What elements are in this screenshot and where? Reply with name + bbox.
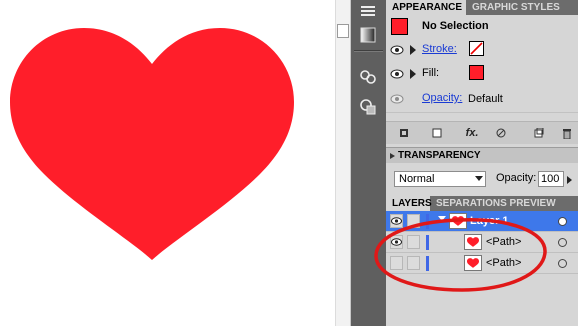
visibility-eye-icon[interactable] — [390, 42, 404, 58]
layer-color-bar — [426, 214, 429, 229]
stroke-row[interactable]: Stroke: — [386, 38, 578, 63]
opacity-arrow-icon[interactable] — [567, 176, 572, 184]
transparency-opacity-label: Opacity: — [496, 172, 537, 184]
chevron-down-icon[interactable] — [475, 176, 483, 181]
visibility-eye-icon[interactable] — [390, 235, 403, 249]
layer-name[interactable]: Layer 1 — [470, 215, 509, 227]
appearance-tabbar: APPEARANCE GRAPHIC STYLES — [386, 0, 578, 15]
opacity-input[interactable]: 100 — [538, 171, 564, 187]
path-name[interactable]: <Path> — [486, 257, 521, 269]
heart-shape[interactable] — [10, 28, 294, 260]
expand-triangle-icon[interactable] — [410, 69, 416, 79]
stroke-none-swatch[interactable] — [469, 41, 484, 56]
path-row[interactable]: <Path> — [386, 232, 578, 253]
tab-layers[interactable]: LAYERS — [386, 196, 432, 211]
panel-icon-strip — [351, 0, 386, 326]
fill-color-swatch[interactable] — [469, 65, 484, 80]
trash-icon[interactable] — [560, 126, 574, 140]
visibility-toggle[interactable] — [390, 256, 403, 270]
effects-button[interactable]: fx. — [462, 126, 482, 140]
opacity-row: Opacity: Default — [386, 86, 578, 113]
selection-thumbnail — [391, 18, 408, 35]
layer-color-bar — [426, 235, 429, 250]
layer-thumbnail — [449, 213, 467, 229]
menu-icon[interactable] — [357, 0, 379, 22]
add-stroke-icon[interactable] — [397, 126, 411, 140]
transparency-body: Normal Opacity: 100 — [386, 163, 578, 191]
stroke-link[interactable]: Stroke: — [422, 43, 457, 55]
path-thumbnail — [464, 255, 482, 271]
target-circle-icon[interactable] — [558, 238, 567, 247]
symbols-icon[interactable] — [357, 96, 379, 118]
collapse-handle[interactable] — [337, 24, 349, 38]
blend-mode-select[interactable]: Normal — [394, 171, 486, 187]
gradient-icon[interactable] — [357, 24, 379, 46]
fill-label: Fill: — [422, 67, 440, 79]
lock-toggle[interactable] — [407, 256, 420, 270]
visibility-eye-icon[interactable] — [390, 66, 404, 82]
target-circle-icon[interactable] — [558, 217, 567, 226]
duplicate-item-icon[interactable] — [532, 126, 546, 140]
visibility-eye-icon[interactable] — [390, 91, 404, 107]
add-fill-icon[interactable] — [430, 126, 444, 140]
panel-dock: APPEARANCE GRAPHIC STYLES No Selection S… — [386, 0, 578, 326]
layer-row[interactable]: Layer 1 — [386, 211, 578, 232]
links-icon[interactable] — [357, 66, 379, 88]
visibility-eye-icon[interactable] — [390, 214, 403, 228]
opacity-link[interactable]: Opacity: — [422, 92, 462, 104]
layers-tabbar: LAYERS SEPARATIONS PREVIEW — [386, 196, 578, 211]
opacity-value: Default — [468, 93, 503, 105]
target-circle-icon[interactable] — [558, 259, 567, 268]
lock-toggle[interactable] — [407, 235, 420, 249]
path-name[interactable]: <Path> — [486, 236, 521, 248]
fill-row[interactable]: Fill: — [386, 62, 578, 87]
artboard-canvas[interactable] — [0, 0, 335, 326]
lock-toggle[interactable] — [407, 214, 420, 228]
expand-triangle-icon[interactable] — [410, 45, 416, 55]
appearance-footer: fx. — [386, 121, 578, 144]
selection-label: No Selection — [422, 20, 489, 32]
layer-color-bar — [426, 256, 429, 271]
tab-separations-preview[interactable]: SEPARATIONS PREVIEW — [430, 196, 562, 211]
appearance-selection-row: No Selection — [386, 15, 578, 39]
layers-empty-area — [386, 274, 578, 326]
panel-divider[interactable] — [335, 0, 351, 326]
transparency-title: TRANSPARENCY — [398, 150, 481, 161]
tab-graphic-styles[interactable]: GRAPHIC STYLES — [466, 0, 566, 15]
expand-triangle-icon[interactable] — [438, 216, 446, 221]
reduce-basic-icon[interactable] — [502, 126, 516, 140]
path-thumbnail — [464, 234, 482, 250]
tab-appearance[interactable]: APPEARANCE — [386, 0, 466, 15]
path-row[interactable]: <Path> — [386, 253, 578, 274]
